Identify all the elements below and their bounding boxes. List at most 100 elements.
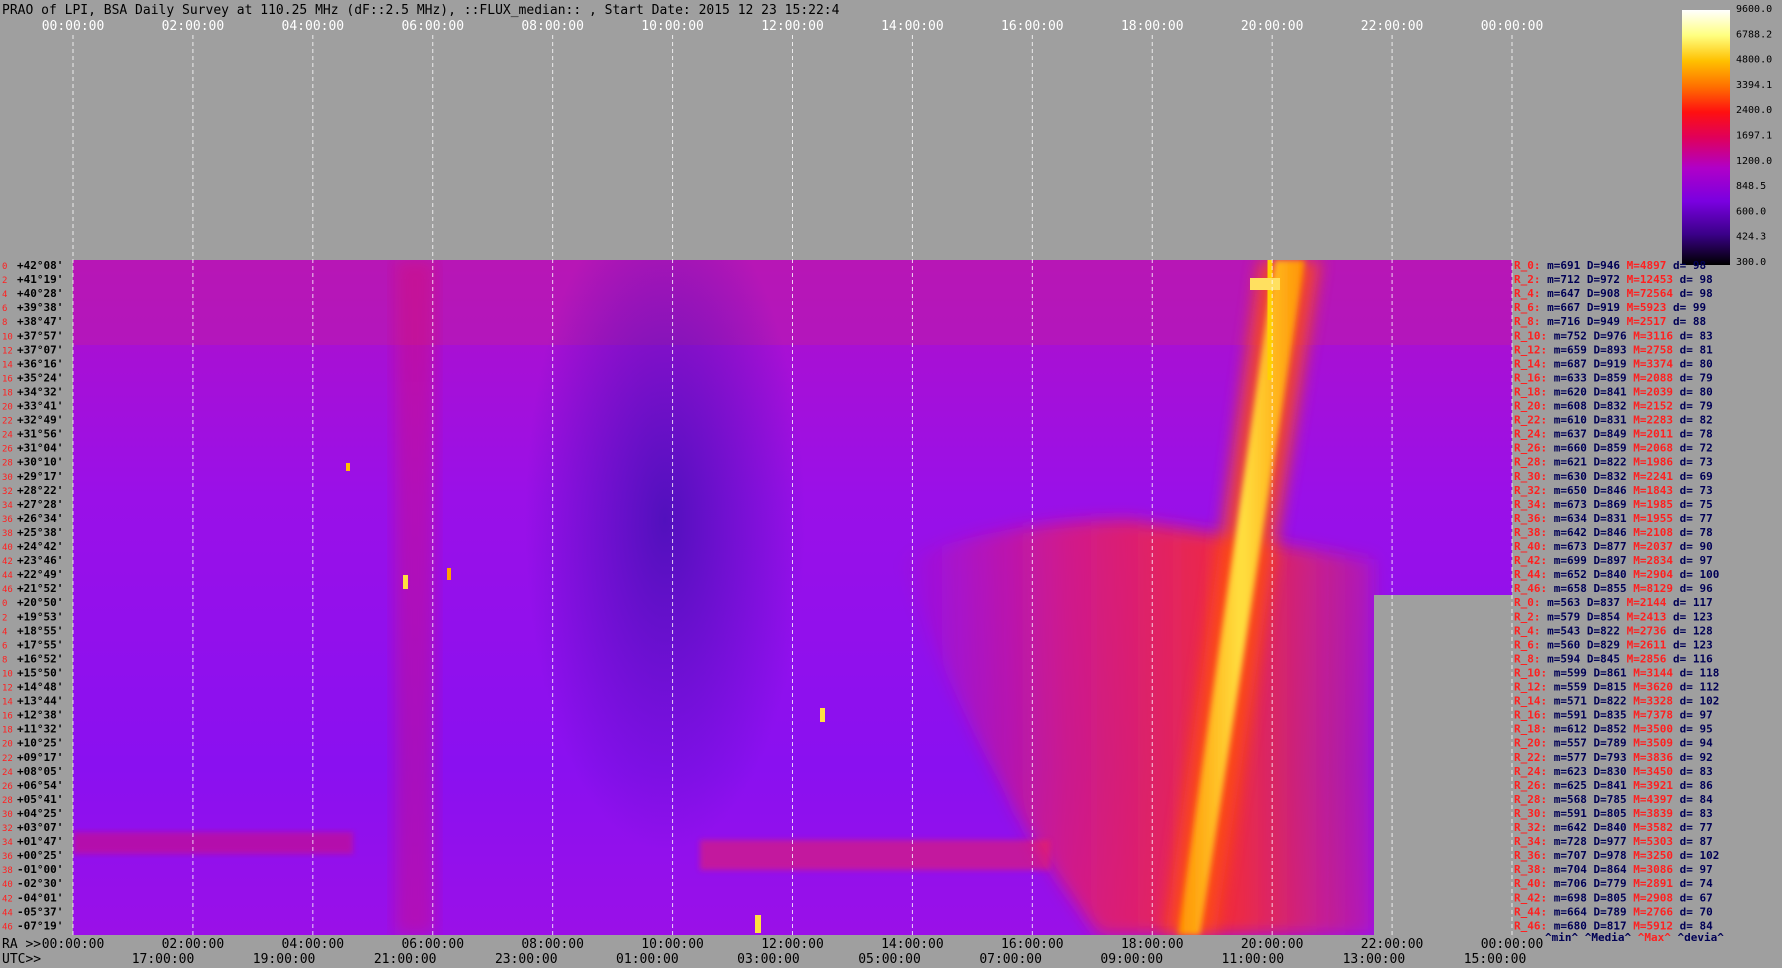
beam-stats-row: R_24: m=623 D=830 M=3450 d= 83 [1514, 765, 1713, 778]
stat-dev: d= 112 [1680, 681, 1720, 694]
stat-median: D=846 [1594, 526, 1634, 539]
stat-median: D=829 [1587, 638, 1627, 651]
stat-median: D=841 [1594, 385, 1634, 398]
beam-stats-row: R_2: m=712 D=972 M=12453 d= 98 [1514, 273, 1713, 286]
beam-index: 16 [2, 374, 13, 384]
stat-min: m=752 [1554, 329, 1594, 342]
stat-label: R_26: [1514, 442, 1554, 455]
stat-min: m=673 [1554, 498, 1594, 511]
stat-median: D=822 [1594, 695, 1634, 708]
stat-median: D=840 [1594, 821, 1634, 834]
beam-stats-row: R_14: m=571 D=822 M=3328 d= 102 [1514, 695, 1719, 708]
stat-dev: d= 97 [1680, 709, 1713, 722]
stat-label: R_0: [1514, 259, 1547, 272]
stat-median: D=815 [1594, 681, 1634, 694]
stat-dev: d= 73 [1680, 456, 1713, 469]
stat-label: R_24: [1514, 765, 1554, 778]
utc-axis-label: UTC>> [2, 952, 41, 967]
stat-dev: d= 73 [1680, 484, 1713, 497]
beam-stats-row: R_18: m=612 D=852 M=3500 d= 95 [1514, 723, 1713, 736]
stat-dev: d= 83 [1680, 807, 1713, 820]
beam-stats-row: R_26: m=660 D=859 M=2068 d= 72 [1514, 442, 1713, 455]
stat-dev: d= 80 [1680, 357, 1713, 370]
stat-max: M=3250 [1633, 849, 1679, 862]
stat-label: R_46: [1514, 582, 1554, 595]
heatmap-red-stripe-2 [73, 832, 353, 854]
beam-index: 12 [2, 684, 13, 694]
beam-index: 16 [2, 712, 13, 722]
stat-label: R_22: [1514, 414, 1554, 427]
beam-declination: +23°46' [17, 554, 63, 567]
stat-dev: d= 92 [1680, 751, 1713, 764]
utc-tick-label: 13:00:00 [1343, 952, 1406, 967]
stat-max: M=3116 [1633, 329, 1679, 342]
top-tick-label: 04:00:00 [282, 19, 345, 34]
beam-stats-row: R_36: m=634 D=831 M=1955 d= 77 [1514, 512, 1713, 525]
stat-median: D=830 [1594, 765, 1634, 778]
beam-stats-row: R_6: m=560 D=829 M=2611 d= 123 [1514, 638, 1713, 651]
stat-median: D=977 [1594, 835, 1634, 848]
stat-min: m=599 [1554, 666, 1594, 679]
beam-declination: +12°38' [17, 709, 63, 722]
stat-max: M=2088 [1633, 371, 1679, 384]
beam-declination: +32°49' [17, 414, 63, 427]
colorbar-tick-label: 424.3 [1736, 232, 1766, 243]
beam-declination: -04°01' [17, 891, 63, 904]
utc-tick-label: 15:00:00 [1464, 952, 1527, 967]
beam-declination: +19°53' [17, 610, 63, 623]
stat-label: R_22: [1514, 751, 1554, 764]
stat-max: M=2108 [1633, 526, 1679, 539]
ra-tick-label: 12:00:00 [761, 937, 824, 952]
stat-median: D=822 [1587, 624, 1627, 637]
beam-index: 24 [2, 768, 13, 778]
stat-min: m=634 [1554, 512, 1594, 525]
beam-declination: +36°16' [17, 357, 63, 370]
stat-dev: d= 69 [1680, 470, 1713, 483]
stat-median: D=877 [1594, 540, 1634, 553]
beam-declination: +16°52' [17, 652, 63, 665]
beam-stats-panel: R_0: m=691 D=946 M=4897 d= 98R_2: m=712 … [1514, 259, 1719, 932]
colorbar [1682, 10, 1730, 265]
stat-min: m=699 [1554, 554, 1594, 567]
stat-max: M=2283 [1633, 414, 1679, 427]
stat-max: M=1843 [1633, 484, 1679, 497]
top-tick-label: 12:00:00 [761, 19, 824, 34]
stat-dev: d= 123 [1673, 638, 1713, 651]
beam-index: 14 [2, 360, 13, 370]
beam-stats-row: R_32: m=642 D=840 M=3582 d= 77 [1514, 821, 1713, 834]
stat-label: R_44: [1514, 905, 1554, 918]
stat-max: M=7378 [1633, 709, 1679, 722]
stat-label: R_42: [1514, 554, 1554, 567]
stat-min: m=659 [1554, 343, 1594, 356]
stat-median: D=831 [1594, 414, 1634, 427]
stat-max: M=2904 [1633, 568, 1679, 581]
heatmap-bright-spot-4 [755, 915, 761, 933]
stat-min: m=637 [1554, 428, 1594, 441]
beam-index: 32 [2, 824, 13, 834]
beam-declination: +11°32' [17, 723, 63, 736]
stats-legend-item: ^devia^ [1677, 931, 1724, 944]
utc-tick-label: 05:00:00 [858, 952, 921, 967]
heatmap-bright-spot-5 [346, 463, 350, 471]
beam-index: 0 [2, 599, 7, 609]
stat-median: D=893 [1594, 343, 1634, 356]
top-time-ticks: 00:00:00 02:00:00 04:00:00 06:00:00 08:00:00… [42, 19, 1544, 34]
top-tick-label: 00:00:00 [42, 19, 105, 34]
stat-dev: d= 67 [1680, 891, 1713, 904]
top-tick-label: 14:00:00 [881, 19, 944, 34]
stat-dev: d= 117 [1673, 596, 1713, 609]
stat-label: R_0: [1514, 596, 1547, 609]
stat-label: R_42: [1514, 891, 1554, 904]
beam-stats-row: R_0: m=563 D=837 M=2144 d= 117 [1514, 596, 1713, 609]
beam-declination: +35°24' [17, 371, 63, 384]
beam-declination: +24°42' [17, 540, 63, 553]
stat-max: M=3328 [1633, 695, 1679, 708]
stat-dev: d= 72 [1680, 442, 1713, 455]
stat-dev: d= 87 [1680, 835, 1713, 848]
beam-declination: +27°28' [17, 498, 63, 511]
top-tick-label: 00:00:00 [1481, 19, 1544, 34]
beam-declination: +31°56' [17, 428, 63, 441]
beam-index: 2 [2, 613, 7, 623]
stat-dev: d= 81 [1680, 343, 1713, 356]
beam-declination: +05°41' [17, 793, 63, 806]
